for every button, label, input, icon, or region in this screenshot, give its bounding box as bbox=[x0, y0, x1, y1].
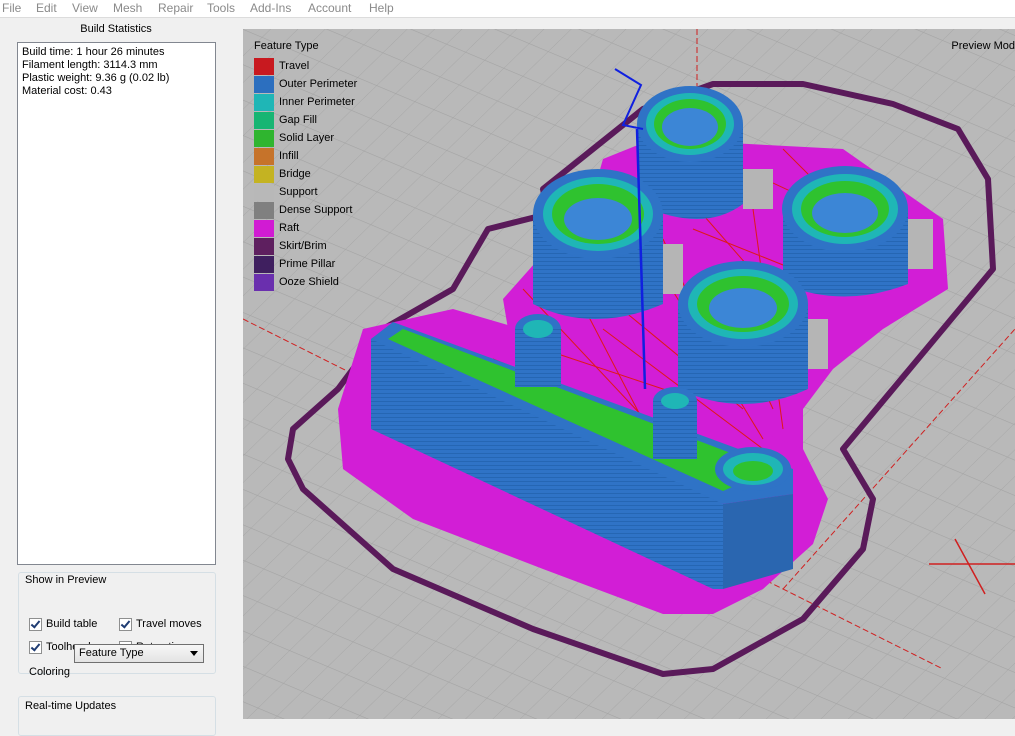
legend-label: Skirt/Brim bbox=[279, 240, 327, 252]
legend-label: Bridge bbox=[279, 168, 311, 180]
print-preview-canvas bbox=[243, 29, 1015, 719]
legend-swatch bbox=[254, 256, 274, 273]
real-time-updates-title: Real-time Updates bbox=[24, 700, 118, 712]
menu-account[interactable]: Account bbox=[308, 1, 351, 15]
legend-swatch bbox=[254, 184, 274, 201]
cylinder-part-left bbox=[533, 169, 663, 319]
legend-label: Outer Perimeter bbox=[279, 78, 358, 90]
build-statistics-title: Build Statistics bbox=[80, 23, 152, 35]
travel-moves-checkbox[interactable] bbox=[119, 618, 132, 631]
legend-swatch bbox=[254, 274, 274, 291]
build-statistics-box: Build time: 1 hour 26 minutes Filament l… bbox=[17, 42, 216, 565]
stat-material-cost: Material cost: 0.43 bbox=[22, 85, 112, 97]
stat-plastic-weight: Plastic weight: 9.36 g (0.02 lb) bbox=[22, 72, 170, 84]
legend-title: Feature Type bbox=[254, 40, 319, 52]
legend-label: Raft bbox=[279, 222, 300, 234]
coloring-select[interactable]: Feature Type bbox=[74, 644, 204, 663]
menu-view[interactable]: View bbox=[72, 1, 98, 15]
legend-label: Prime Pillar bbox=[279, 258, 336, 270]
preview-mode-label: Preview Mod bbox=[951, 40, 1015, 52]
coloring-label: Coloring bbox=[29, 666, 70, 678]
menu-mesh[interactable]: Mesh bbox=[113, 1, 142, 15]
stat-build-time: Build time: 1 hour 26 minutes bbox=[22, 46, 165, 58]
legend-swatch bbox=[254, 130, 274, 147]
legend-swatch bbox=[254, 58, 274, 75]
cylinder-part-center bbox=[678, 261, 808, 404]
legend-swatch bbox=[254, 94, 274, 111]
stat-filament-length: Filament length: 3114.3 mm bbox=[22, 59, 158, 71]
menu-help[interactable]: Help bbox=[369, 1, 394, 15]
menu-add-ins[interactable]: Add-Ins bbox=[250, 1, 291, 15]
legend-label: Solid Layer bbox=[279, 132, 335, 144]
menu-repair[interactable]: Repair bbox=[158, 1, 193, 15]
menu-tools[interactable]: Tools bbox=[207, 1, 235, 15]
legend-label: Dense Support bbox=[279, 204, 353, 216]
legend-swatch bbox=[254, 238, 274, 255]
legend-swatch bbox=[254, 166, 274, 183]
legend-label: Infill bbox=[279, 150, 299, 162]
show-in-preview-title: Show in Preview bbox=[24, 574, 108, 586]
menu-file[interactable]: File bbox=[2, 1, 21, 15]
legend-swatch bbox=[254, 202, 274, 219]
legend-swatch bbox=[254, 148, 274, 165]
coloring-select-value: Feature Type bbox=[79, 647, 144, 659]
menu-bar: File Edit View Mesh Repair Tools Add-Ins… bbox=[0, 0, 1015, 18]
cylinder-part-right bbox=[782, 166, 908, 297]
menu-edit[interactable]: Edit bbox=[36, 1, 57, 15]
preview-viewport[interactable]: Feature Type Preview Mod Travel Outer Per… bbox=[243, 29, 1015, 719]
chevron-down-icon bbox=[190, 651, 198, 656]
legend-swatch bbox=[254, 220, 274, 237]
legend-label: Support bbox=[279, 186, 318, 198]
legend-label: Gap Fill bbox=[279, 114, 317, 126]
legend-swatch bbox=[254, 112, 274, 129]
legend-swatch bbox=[254, 76, 274, 93]
travel-moves-label: Travel moves bbox=[136, 618, 202, 630]
toolhead-checkbox[interactable] bbox=[29, 641, 42, 654]
legend-label: Travel bbox=[279, 60, 310, 72]
build-table-label: Build table bbox=[46, 618, 98, 630]
legend-label: Ooze Shield bbox=[279, 276, 339, 288]
legend-label: Inner Perimeter bbox=[279, 96, 355, 108]
build-table-checkbox[interactable] bbox=[29, 618, 42, 631]
